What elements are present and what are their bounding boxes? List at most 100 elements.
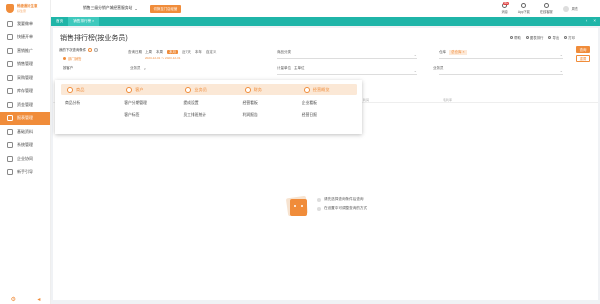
query-button[interactable]: 查询 — [576, 46, 590, 53]
folder-icon — [7, 128, 13, 135]
report-menu-link[interactable]: 利润报告 — [243, 113, 258, 118]
logo-icon — [6, 4, 14, 13]
sidebar: 畅捷通好生意 好生意 我要做单快捷开单营销推广 销售管理采购管理库存管理资金管理报… — [0, 0, 51, 304]
messages-button[interactable]: 99+ 消息 — [501, 2, 510, 14]
export-button[interactable]: 导出 — [548, 35, 559, 40]
phone-icon — [521, 3, 527, 8]
date-filter-row: 查询日期 上周 本周 本月 近7天 本年 自定义 — [128, 50, 219, 55]
date-range-segment: 上周 本周 本月 近7天 本年 自定义 — [145, 50, 219, 55]
sidebar-item-label: 基础资料 — [17, 128, 33, 134]
saved-filters-header: 我的下次查询条件 — [55, 45, 109, 54]
unit-select[interactable] — [277, 68, 417, 75]
headset-icon — [543, 3, 549, 8]
print-button[interactable]: 打印 — [564, 35, 575, 40]
report-menu-link[interactable]: 商品分析 — [65, 101, 80, 106]
sidebar-item[interactable]: 基础资料 — [0, 125, 50, 139]
chart-ranking-button[interactable]: 图表排行 — [525, 35, 543, 40]
people-icon — [7, 155, 13, 162]
report-menu-link[interactable]: 企业看板 — [302, 101, 317, 106]
salesman-dropdown[interactable]: ∨ — [144, 67, 147, 71]
sidebar-item[interactable]: 资金管理 — [0, 98, 50, 112]
chevron-down-icon: ⌄ — [134, 7, 138, 11]
help-button[interactable]: 帮助 — [510, 35, 521, 40]
close-icon[interactable]: × — [593, 18, 596, 23]
report-menu-link[interactable]: 员工排班统计 — [183, 113, 206, 118]
grid-col[interactable]: 毛利率 — [443, 98, 452, 102]
company-selector[interactable]: 销售三级分销产城经营服务站 ⌄ — [83, 6, 138, 11]
date-option[interactable]: 上周 — [145, 50, 152, 54]
report-menu-link[interactable]: 客户标签 — [124, 113, 139, 118]
sidebar-item[interactable]: 快捷开单 — [0, 31, 50, 45]
report-category[interactable]: 客户 — [120, 84, 179, 95]
saved-filter-item[interactable]: 部门销售 — [55, 54, 109, 63]
date-to: 2023-12-31 — [165, 56, 181, 60]
report-menu-link[interactable]: 提成设置 — [183, 101, 198, 106]
saved-filter-label: 按客户 — [63, 66, 74, 70]
sidebar-item-label: 库存管理 — [17, 88, 33, 94]
cart-icon — [7, 61, 13, 68]
user-name: 周杰 — [571, 7, 578, 11]
saved-filter-label: 部门销售 — [68, 57, 82, 61]
company-select[interactable] — [439, 68, 563, 75]
date-range-display[interactable]: 2023-12-01 ～ 2023-12-31 — [145, 56, 180, 60]
user-menu[interactable]: 周杰 — [562, 5, 578, 12]
sidebar-footer: ⚙ ◂ — [0, 295, 51, 304]
sidebar-item[interactable]: 销售管理 — [0, 58, 50, 72]
edit-filter-icon[interactable] — [94, 47, 99, 52]
date-option[interactable]: 自定义 — [206, 50, 217, 54]
info-icon — [317, 206, 321, 211]
report-category[interactable]: 经营概览 — [298, 84, 357, 95]
sidebar-item[interactable]: 企业协同 — [0, 152, 50, 166]
collapse-icon[interactable]: ◂ — [37, 296, 40, 303]
product-select[interactable] — [277, 52, 417, 59]
date-option[interactable]: 近7天 — [182, 50, 191, 54]
info-icon — [317, 197, 321, 202]
sidebar-item[interactable]: 库存管理 — [0, 85, 50, 99]
chart-icon — [7, 115, 13, 122]
grid-col[interactable]: 利润 — [363, 98, 369, 102]
report-menu-link[interactable]: 经营看板 — [243, 101, 258, 106]
sidebar-item[interactable]: 新手引导 — [0, 166, 50, 180]
report-category-label: 业务员 — [194, 86, 207, 92]
settings-icon[interactable]: ⚙ — [11, 296, 16, 303]
report-menu-link[interactable]: 经营日报 — [302, 113, 317, 118]
sidebar-item-label: 快捷开单 — [17, 34, 33, 40]
report-category[interactable]: 财务 — [239, 84, 298, 95]
date-option-active[interactable]: 本月 — [166, 50, 178, 54]
messages-label: 消息 — [501, 10, 508, 14]
report-category-label: 财务 — [253, 86, 262, 92]
saved-filters-title: 我的下次查询条件 — [59, 48, 87, 52]
tab-sales-ranking[interactable]: 销售排行榜 × — [68, 17, 100, 26]
switch-store-button[interactable]: 切换至门店经营 — [149, 4, 182, 13]
report-category[interactable]: 业务员 — [179, 84, 238, 95]
warehouse-select[interactable] — [439, 52, 563, 59]
sidebar-item[interactable]: 我要做单 — [0, 17, 50, 31]
tab-home[interactable]: 首页 — [51, 17, 68, 26]
gear-icon — [7, 142, 13, 149]
refresh-icon[interactable]: ‹ — [586, 18, 588, 23]
add-filter-icon[interactable] — [88, 47, 93, 52]
date-option[interactable]: 本周 — [156, 50, 163, 54]
sidebar-item[interactable]: 采购管理 — [0, 71, 50, 85]
topbar-actions: 99+ 消息 App下载 在线客服 周杰 — [501, 2, 578, 14]
sidebar-item[interactable]: 系统管理 — [0, 139, 50, 153]
topbar: 销售三级分销产城经营服务站 ⌄ 切换至门店经营 99+ 消息 App下载 在线客… — [51, 0, 600, 17]
truck-icon — [7, 74, 13, 81]
saved-filter-item[interactable]: 按客户 — [55, 63, 109, 72]
report-category[interactable]: 商品 — [61, 84, 120, 95]
date-option[interactable]: 本年 — [195, 50, 202, 54]
sidebar-item[interactable]: 报表管理 — [0, 111, 50, 125]
sidebar-item[interactable]: 营销推广 — [0, 44, 50, 58]
avatar — [562, 5, 569, 12]
support-button[interactable]: 在线客服 — [540, 3, 553, 14]
page-title: 销售排行榜(按业务员) — [60, 35, 128, 42]
app-download-button[interactable]: App下载 — [518, 3, 530, 14]
salesman-icon — [185, 86, 192, 93]
reset-button[interactable]: 重置 — [576, 55, 590, 62]
report-menu-categories: 商品 客户 业务员 财务 经营概览 — [61, 84, 357, 95]
logo[interactable]: 畅捷通好生意 好生意 — [0, 0, 50, 17]
support-label: 在线客服 — [539, 10, 553, 14]
sidebar-item-label: 新手引导 — [17, 169, 33, 175]
report-menu-link[interactable]: 客户分期管理 — [124, 101, 147, 106]
sidebar-item-label: 采购管理 — [17, 74, 33, 80]
